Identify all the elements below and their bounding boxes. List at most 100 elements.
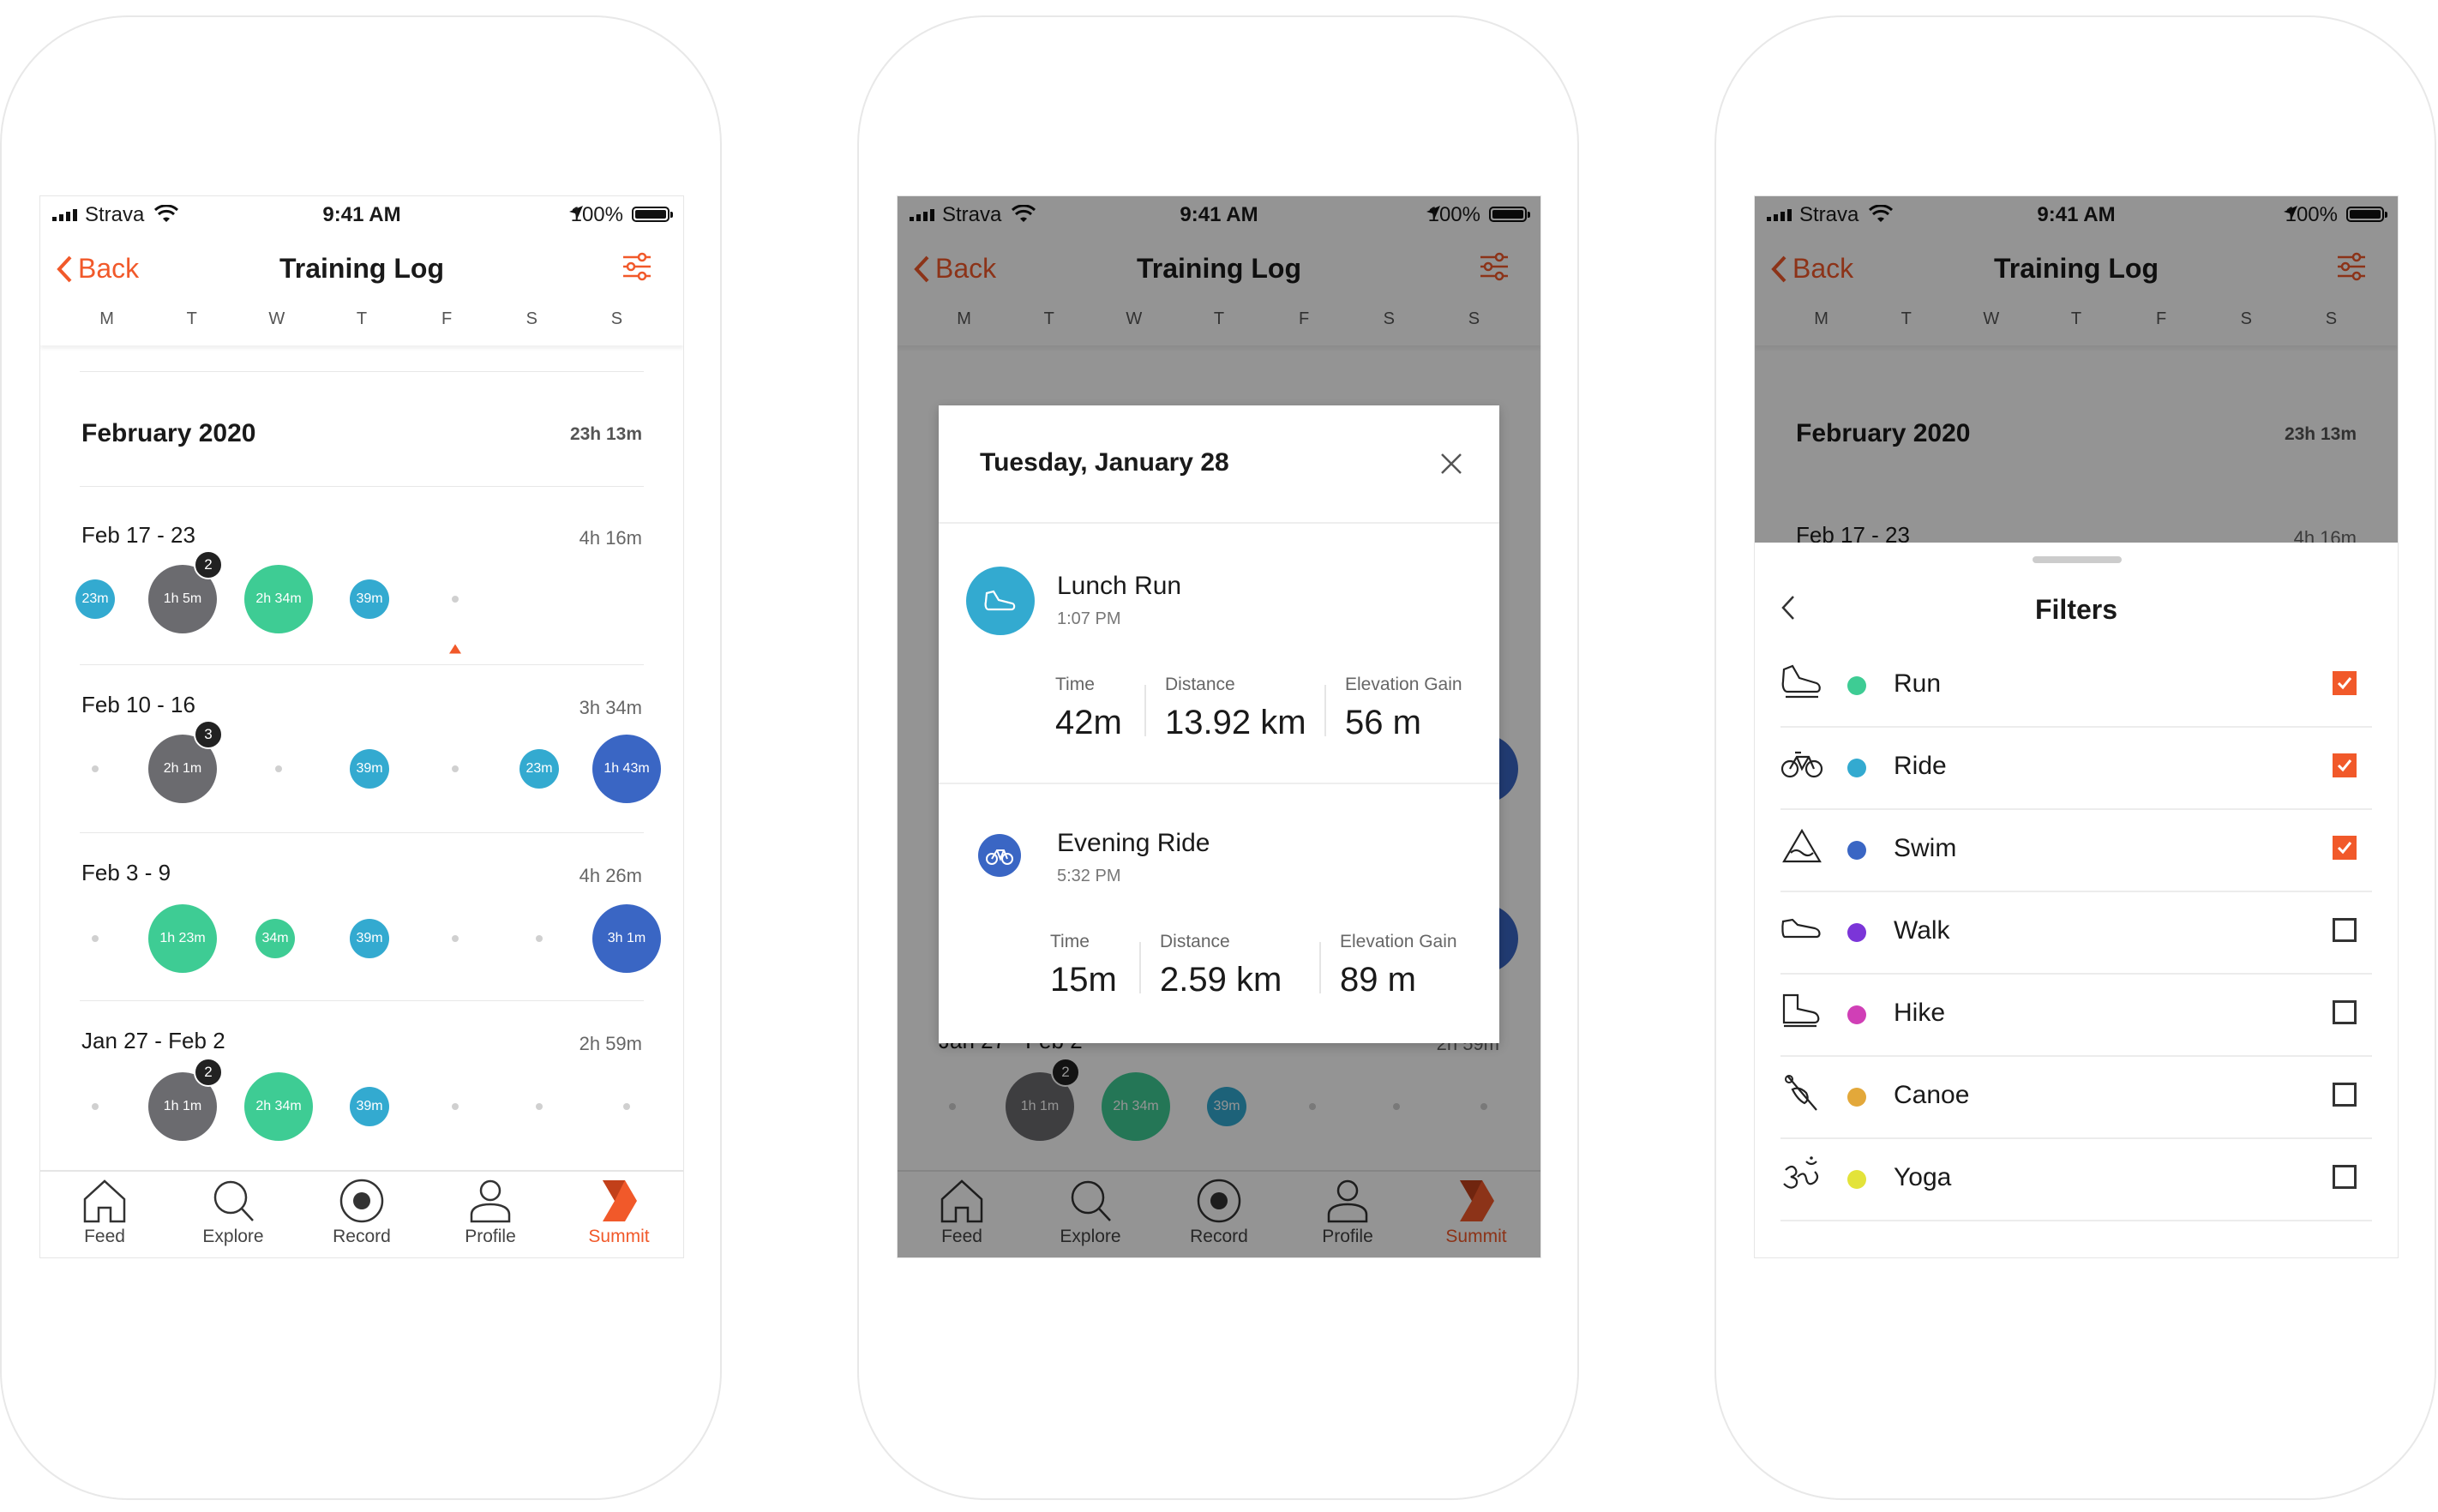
bicycle-icon <box>986 849 1013 865</box>
activity-bubble[interactable]: 34m <box>255 919 295 958</box>
filter-row-hike[interactable]: Hike <box>1780 973 2372 1057</box>
stat-value: 56 m <box>1345 704 1421 741</box>
day-detail-modal: Tuesday, January 28 Lunch Run 1:07 PM Ti… <box>939 405 1499 1043</box>
activity-name[interactable]: Lunch Run <box>1057 572 1181 601</box>
rest-day-dot <box>536 935 543 942</box>
activity-time: 5:32 PM <box>1057 867 1121 885</box>
swim-color-dot <box>1847 841 1866 860</box>
weekday: F <box>441 309 453 328</box>
weekday: T <box>356 309 368 328</box>
filter-label: Hike <box>1894 999 1946 1027</box>
activity-time: 1:07 PM <box>1057 609 1121 628</box>
sheet-grab-handle[interactable] <box>2033 556 2122 563</box>
filter-row-walk[interactable]: Walk <box>1780 891 2372 975</box>
record-icon <box>339 1179 384 1223</box>
activity-bubble[interactable]: 2h 34m <box>244 565 313 633</box>
weekday-header: MTWTFSS <box>40 303 683 345</box>
run-activity-icon <box>966 567 1035 635</box>
nav-bar: Back Training Log <box>40 234 683 303</box>
tab-summit[interactable]: Summit <box>563 1172 675 1257</box>
filter-row-run[interactable]: Run <box>1780 644 2372 728</box>
rest-day-dot <box>623 1103 630 1110</box>
filter-label: Swim <box>1894 834 1957 862</box>
ride-color-dot <box>1847 759 1866 777</box>
tab-label: Profile <box>465 1227 516 1246</box>
activity-bubble[interactable]: 39m <box>350 919 389 958</box>
week-total: 2h 59m <box>579 1033 642 1054</box>
filter-row-swim[interactable]: Swim <box>1780 808 2372 892</box>
tab-profile[interactable]: Profile <box>435 1172 546 1257</box>
activity-bubble[interactable]: 39m <box>350 749 389 789</box>
activity-bubble[interactable]: 2h 34m <box>244 1072 313 1141</box>
filter-row-canoe[interactable]: Canoe <box>1780 1055 2372 1139</box>
month-title: February 2020 <box>81 419 256 447</box>
weekday: S <box>610 309 623 328</box>
week-label: Feb 3 - 9 <box>81 860 171 885</box>
filter-sliders-icon[interactable] <box>622 251 652 282</box>
yoga-color-dot <box>1847 1170 1866 1189</box>
activity-bubble[interactable]: 23m <box>75 579 115 619</box>
tab-label: Summit <box>588 1227 650 1246</box>
page-title: Training Log <box>279 253 444 284</box>
ride-checkbox[interactable] <box>2333 753 2357 777</box>
canoe-checkbox[interactable] <box>2333 1083 2357 1107</box>
modal-title: Tuesday, January 28 <box>980 448 1229 477</box>
canoe-icon <box>1785 1075 1817 1111</box>
sheet-title: Filters <box>2034 594 2118 625</box>
month-total: 23h 13m <box>569 424 642 444</box>
check-icon <box>2337 759 2352 772</box>
stat-label: Time <box>1055 675 1095 694</box>
activity-bubble[interactable]: 39m <box>350 579 389 619</box>
filter-label: Walk <box>1894 916 1950 945</box>
activity-count-badge: 2 <box>194 550 223 579</box>
activity-count-badge: 3 <box>194 720 223 749</box>
filter-row-yoga[interactable]: Yoga <box>1780 1137 2372 1221</box>
activity-bubble[interactable]: 3h 1m <box>592 904 661 973</box>
activity-bubble[interactable]: 1h 23m <box>148 904 217 973</box>
walk-checkbox[interactable] <box>2333 918 2357 942</box>
yoga-checkbox[interactable] <box>2333 1165 2357 1189</box>
battery-icon <box>632 207 673 222</box>
stat-label: Time <box>1050 932 1090 951</box>
summit-chevron-icon <box>603 1180 637 1221</box>
today-marker <box>449 644 461 654</box>
activity-bubble[interactable]: 1h 43m <box>592 735 661 803</box>
hike-checkbox[interactable] <box>2333 1000 2357 1024</box>
rest-day-dot <box>452 1103 459 1110</box>
weekday: W <box>268 309 285 328</box>
stat-label: Distance <box>1165 675 1235 694</box>
rest-day-dot <box>452 765 459 772</box>
training-log-screen: Strava 9:41 AM 100% Back Training Log M T… <box>39 195 684 1258</box>
running-shoe-icon <box>984 590 1016 611</box>
filter-label: Ride <box>1894 752 1947 780</box>
canoe-color-dot <box>1847 1088 1866 1107</box>
training-log-list[interactable]: February 2020 23h 13m Feb 17 - 23 4h 16m… <box>40 345 683 1172</box>
tab-label: Explore <box>202 1227 264 1246</box>
yoga-om-icon <box>1783 1156 1819 1189</box>
stat-value: 2.59 km <box>1160 961 1282 999</box>
walk-shoe-icon <box>1781 918 1821 939</box>
close-icon[interactable] <box>1439 452 1463 476</box>
week-total: 3h 34m <box>579 697 642 718</box>
activity-bubble[interactable]: 23m <box>519 749 559 789</box>
tab-record[interactable]: Record <box>306 1172 417 1257</box>
week-label: Feb 10 - 16 <box>81 692 195 717</box>
rest-day-dot <box>536 1103 543 1110</box>
filter-label: Run <box>1894 669 1942 698</box>
swim-checkbox[interactable] <box>2333 836 2357 860</box>
activity-name[interactable]: Evening Ride <box>1057 829 1210 858</box>
week-label: Jan 27 - Feb 2 <box>81 1028 225 1053</box>
status-bar: Strava 9:41 AM 100% <box>40 196 683 234</box>
stat-value: 13.92 km <box>1165 704 1306 741</box>
run-checkbox[interactable] <box>2333 671 2357 695</box>
stat-value: 89 m <box>1340 961 1416 999</box>
week-total: 4h 26m <box>579 865 642 886</box>
rest-day-dot <box>92 765 99 772</box>
tab-explore[interactable]: Explore <box>177 1172 289 1257</box>
activity-bubble[interactable]: 39m <box>350 1087 389 1126</box>
day-detail-screen: Strava 9:41 AM 100% Back Training Log MT… <box>897 195 1541 1258</box>
running-shoe-icon <box>1781 664 1821 699</box>
tab-feed[interactable]: Feed <box>49 1172 160 1257</box>
hike-color-dot <box>1847 1005 1866 1024</box>
filter-row-ride[interactable]: Ride <box>1780 726 2372 810</box>
